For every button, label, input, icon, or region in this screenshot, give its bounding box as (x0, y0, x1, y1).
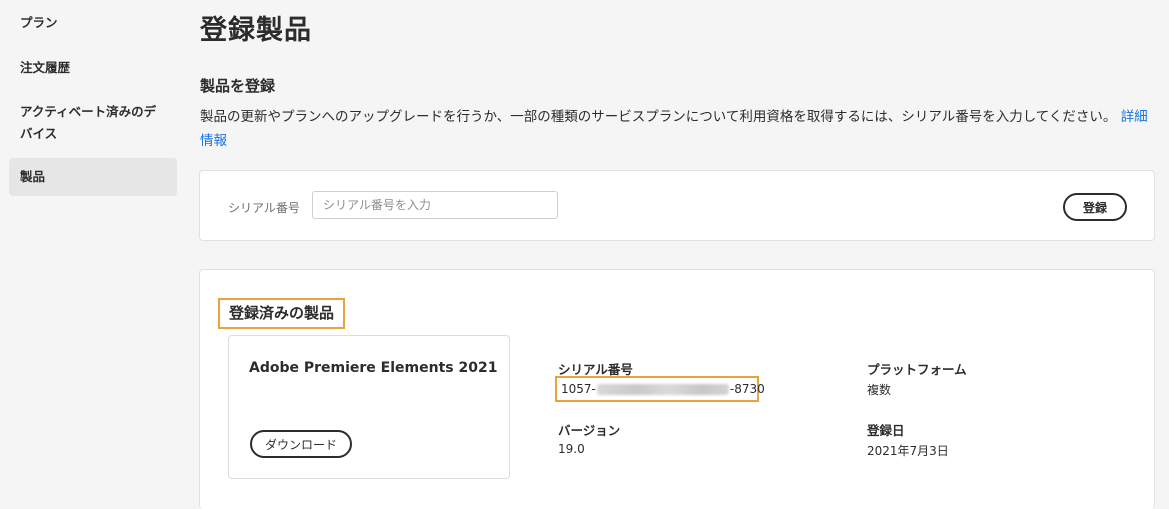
sidebar-item-order-history[interactable]: 注文履歴 (9, 57, 177, 79)
sidebar-item-label: アクティベート済みのデ (20, 104, 157, 119)
version-label: バージョン (558, 423, 621, 438)
sidebar-item-label: 注文履歴 (20, 60, 71, 75)
redacted-serial (596, 384, 729, 395)
serial-suffix: -8730 (729, 382, 765, 396)
sidebar-item-products[interactable]: 製品 (9, 158, 177, 196)
register-section-title: 製品を登録 (200, 77, 276, 95)
sidebar-item-plans[interactable]: プラン (9, 12, 177, 34)
serial-number-input[interactable] (312, 191, 558, 219)
platform-label: プラットフォーム (867, 362, 967, 377)
registration-date-value: 2021年7月3日 (867, 444, 949, 458)
product-name: Adobe Premiere Elements 2021 (249, 360, 498, 376)
sidebar-item-activated-devices[interactable]: アクティベート済みのデ バイス (9, 101, 177, 145)
registration-date-label: 登録日 (867, 423, 905, 438)
serial-number-highlight: 1057- -8730 (555, 376, 765, 402)
sidebar-item-label: バイス (20, 126, 58, 141)
register-description: 製品の更新やプランへのアップグレードを行うか、一部の種類のサービスプランについて… (200, 105, 1155, 153)
download-button[interactable]: ダウンロード (250, 430, 352, 458)
registered-products-card: 登録済みの製品 Adobe Premiere Elements 2021 ダウン… (199, 269, 1155, 509)
serial-number-value: 1057- -8730 (561, 382, 765, 396)
version-value: 19.0 (558, 442, 585, 456)
sidebar-item-label: 製品 (20, 169, 46, 184)
serial-field-label: シリアル番号 (228, 201, 300, 215)
register-button[interactable]: 登録 (1063, 193, 1127, 221)
description-text: 製品の更新やプランへのアップグレードを行うか、一部の種類のサービスプランについて… (200, 109, 1117, 125)
serial-entry-card: シリアル番号 登録 (199, 170, 1155, 241)
registered-products-heading: 登録済みの製品 (218, 298, 346, 329)
sidebar-item-label: プラン (20, 15, 58, 30)
serial-prefix: 1057- (561, 382, 596, 396)
platform-value: 複数 (867, 383, 892, 397)
sidebar: プラン 注文履歴 アクティベート済みのデ バイス 製品 (0, 0, 186, 503)
product-tile: Adobe Premiere Elements 2021 ダウンロード (228, 335, 510, 479)
page-title: 登録製品 (200, 15, 312, 46)
